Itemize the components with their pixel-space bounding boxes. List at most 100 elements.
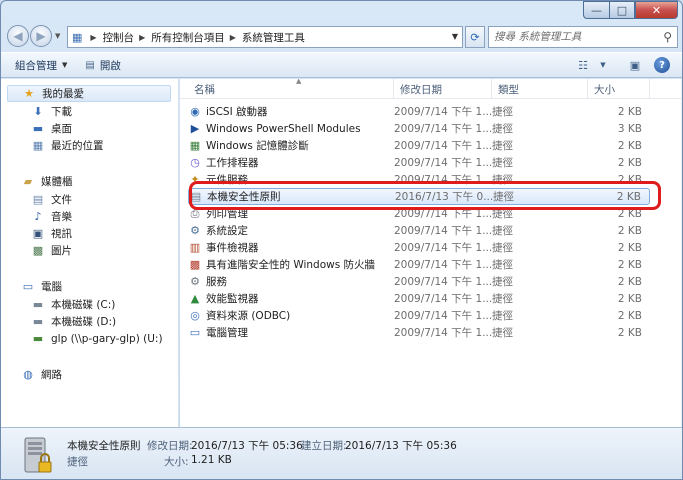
organize-button[interactable]: 組合管理 ▼ [15, 58, 67, 73]
file-type: 捷徑 [492, 123, 513, 135]
file-size: 2 KB [616, 190, 641, 203]
breadcrumb-all-items[interactable]: 所有控制台項目 [151, 30, 225, 45]
column-size-label: 大小 [594, 83, 615, 96]
nav-favorites[interactable]: ★ 我的最愛 [7, 85, 171, 102]
help-icon[interactable]: ? [654, 57, 670, 73]
back-button[interactable]: ◀ [7, 25, 29, 47]
file-date: 2009/7/14 下午 1... [394, 225, 493, 237]
nav-item-documents[interactable]: ▤ 文件 [31, 191, 72, 208]
file-name: 電腦管理 [206, 327, 248, 339]
file-type: 捷徑 [492, 327, 513, 339]
open-button[interactable]: ▤ 開啟 [85, 58, 120, 73]
nav-network[interactable]: ◍ 網路 [21, 366, 62, 383]
computer-management-icon: ▭ [189, 326, 201, 339]
file-row[interactable]: ▲ 效能監視器 2009/7/14 下午 1... 捷徑 2 KB [188, 290, 650, 307]
arrow-right-icon: ▶ [36, 29, 46, 43]
nav-item-downloads[interactable]: ⬇ 下載 [31, 103, 72, 120]
file-type: 捷徑 [492, 174, 513, 186]
breadcrumb-separator-icon[interactable]: ▶ [139, 33, 145, 42]
column-date-label: 修改日期 [400, 83, 442, 96]
address-row: ◀ ▶ ▼ ▦ ▶ 控制台 ▶ 所有控制台項目 ▶ 系統管理工具 ▼ ⟳ ⚲ [7, 25, 678, 49]
file-row[interactable]: ◷ 工作排程器 2009/7/14 下午 1... 捷徑 2 KB [188, 154, 650, 171]
maximize-button[interactable]: □ [609, 1, 635, 19]
file-type: 捷徑 [492, 157, 513, 169]
library-icon: ▰ [23, 175, 33, 188]
breadcrumb-separator-icon[interactable]: ▶ [230, 33, 236, 42]
nav-item-desktop[interactable]: ▬ 桌面 [31, 120, 72, 137]
nav-item-drive-d[interactable]: ▬ 本機磁碟 (D:) [31, 313, 116, 330]
file-row[interactable]: ▥ 事件檢視器 2009/7/14 下午 1... 捷徑 2 KB [188, 239, 650, 256]
file-row[interactable]: ▩ 具有進階安全性的 Windows 防火牆 2009/7/14 下午 1... 捷徑… [188, 256, 650, 273]
navigation-pane: ★ 我的最愛 ⬇ 下載 ▬ 桌面 ▦ 最近的位置 ▰ 媒體櫃 ▤ 文件 ♪ 音樂… [1, 79, 179, 427]
column-header-type[interactable]: 類型 [492, 79, 588, 99]
nav-item-music[interactable]: ♪ 音樂 [31, 208, 72, 225]
firewall-icon: ▩ [189, 258, 201, 271]
arrow-left-icon: ◀ [13, 29, 23, 43]
file-row[interactable]: ⎙ 列印管理 2009/7/14 下午 1... 捷徑 2 KB [188, 205, 650, 222]
file-size: 2 KB [617, 224, 642, 237]
print-management-icon: ⎙ [190, 206, 200, 220]
computer-icon: ▭ [22, 280, 34, 293]
file-name: 具有進階安全性的 Windows 防火牆 [206, 259, 376, 271]
file-date: 2009/7/14 下午 1... [394, 293, 493, 305]
nav-libraries[interactable]: ▰ 媒體櫃 [21, 173, 73, 190]
file-name: 資料來源 (ODBC) [206, 310, 291, 322]
column-header-date[interactable]: 修改日期 [394, 79, 492, 99]
view-options-icon[interactable]: ☷ [574, 57, 592, 73]
search-input[interactable] [494, 31, 654, 43]
file-date: 2009/7/14 下午 1... [394, 208, 493, 220]
file-row[interactable]: ▦ Windows 記憶體診斷 2009/7/14 下午 1... 捷徑 2 KB [188, 137, 650, 154]
file-size: 2 KB [617, 105, 642, 118]
address-dropdown-icon[interactable]: ▼ [452, 32, 458, 41]
search-icon[interactable]: ⚲ [663, 30, 672, 44]
nav-item-recent[interactable]: ▦ 最近的位置 [31, 137, 104, 154]
forward-button[interactable]: ▶ [30, 25, 52, 47]
open-label: 開啟 [99, 59, 121, 72]
file-row[interactable]: ◉ iSCSI 啟動器 2009/7/14 下午 1... 捷徑 2 KB [188, 103, 650, 120]
network-icon: ◍ [23, 368, 33, 381]
nav-item-pictures[interactable]: ▩ 圖片 [31, 242, 72, 259]
nav-item-drive-c[interactable]: ▬ 本機磁碟 (C:) [31, 296, 116, 313]
column-type-label: 類型 [498, 83, 519, 96]
file-date: 2009/7/14 下午 1... [394, 106, 493, 118]
file-size: 2 KB [617, 309, 642, 322]
file-row[interactable]: ⚙ 系統設定 2009/7/14 下午 1... 捷徑 2 KB [188, 222, 650, 239]
minimize-button[interactable]: — [583, 1, 609, 19]
file-row[interactable]: ▭ 電腦管理 2009/7/14 下午 1... 捷徑 2 KB [188, 324, 650, 341]
refresh-button[interactable]: ⟳ [465, 26, 485, 48]
address-bar[interactable]: ▦ ▶ 控制台 ▶ 所有控制台項目 ▶ 系統管理工具 ▼ [67, 26, 463, 48]
file-row[interactable]: ✦ 元件服務 2009/7/14 下午 1... 捷徑 2 KB [188, 171, 650, 188]
file-row[interactable]: ⚙ 服務 2009/7/14 下午 1... 捷徑 2 KB [188, 273, 650, 290]
nav-item-network-drive[interactable]: ▬ glp (\\p-gary-glp) (U:) [31, 330, 163, 347]
column-header-name[interactable]: 名稱 ▲ [188, 79, 394, 99]
breadcrumb-admin-tools[interactable]: 系統管理工具 [242, 30, 305, 45]
view-dropdown-icon[interactable]: ▼ [594, 57, 612, 73]
file-name: 服務 [206, 276, 227, 288]
breadcrumb-separator-icon[interactable]: ▶ [90, 33, 96, 42]
history-dropdown-icon[interactable]: ▼ [55, 32, 60, 40]
task-scheduler-icon: ◷ [190, 156, 200, 169]
preview-pane-icon[interactable]: ▣ [626, 57, 644, 73]
file-size: 2 KB [617, 326, 642, 339]
nav-computer[interactable]: ▭ 電腦 [21, 278, 62, 295]
file-row[interactable]: ▤ 本機安全性原則 2016/7/13 下午 0... 捷徑 2 KB [188, 188, 650, 205]
pictures-icon: ▩ [32, 244, 44, 257]
file-size: 3 KB [617, 122, 642, 135]
nav-item-label: 文件 [51, 194, 72, 206]
file-row[interactable]: ▶ Windows PowerShell Modules 2009/7/14 下午 … [188, 120, 650, 137]
file-name: Windows 記憶體診斷 [206, 140, 309, 152]
nav-item-label: 視訊 [51, 228, 72, 240]
performance-monitor-icon: ▲ [190, 292, 200, 305]
file-type: 捷徑 [492, 106, 513, 118]
nav-libraries-label: 媒體櫃 [41, 176, 73, 188]
nav-item-label: 桌面 [51, 123, 72, 135]
column-header-size[interactable]: 大小 [588, 79, 650, 99]
nav-item-label: 下載 [51, 106, 72, 118]
nav-item-videos[interactable]: ▣ 視訊 [31, 225, 72, 242]
breadcrumb-control-panel[interactable]: 控制台 [103, 30, 135, 45]
file-size: 2 KB [617, 258, 642, 271]
file-row[interactable]: ◎ 資料來源 (ODBC) 2009/7/14 下午 1... 捷徑 2 KB [188, 307, 650, 324]
file-name: iSCSI 啟動器 [206, 106, 268, 118]
search-box[interactable]: ⚲ [488, 26, 678, 48]
close-button[interactable]: ✕ [635, 1, 678, 19]
